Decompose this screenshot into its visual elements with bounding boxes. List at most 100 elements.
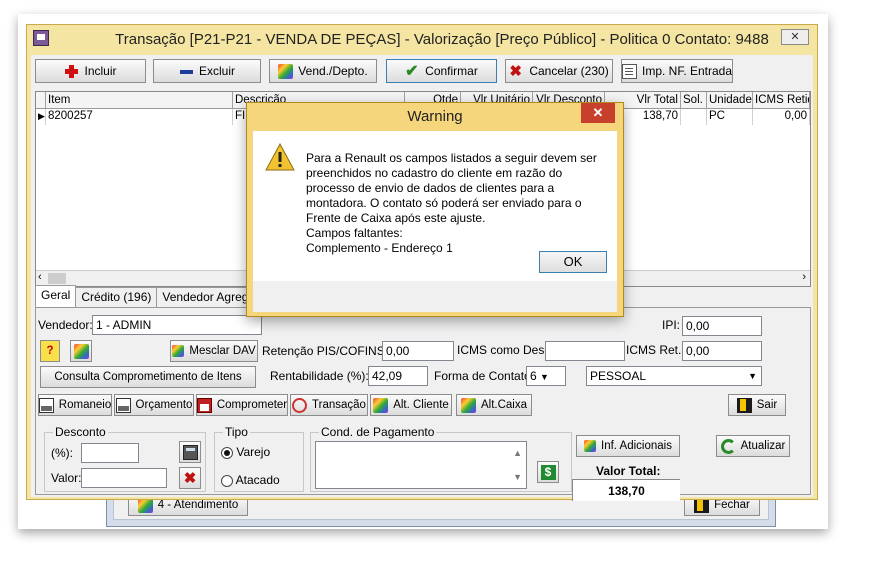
col-unidade[interactable]: Unidade	[707, 92, 753, 109]
desconto-pct-field[interactable]	[81, 443, 139, 463]
hierarchy-icon	[73, 343, 89, 359]
desconto-valor-field[interactable]	[81, 468, 167, 488]
scroll-right-icon[interactable]: ›	[802, 271, 806, 283]
dialog-message: Para a Renault os campos listados a segu…	[306, 151, 597, 255]
dialog-footer	[253, 281, 617, 312]
vendedor-label: Vendedor:	[38, 318, 93, 332]
consulta-comprometimento-button[interactable]: Consulta Comprometimento de Itens	[40, 366, 256, 388]
tab-geral[interactable]: Geral	[35, 285, 77, 307]
rentabilidade-field[interactable]: 42,09	[368, 366, 428, 386]
icms-desc-field[interactable]	[545, 341, 625, 361]
close-icon: ✖	[183, 470, 197, 487]
window-title: Transação [P21-P21 - VENDA DE PEÇAS] - V…	[115, 31, 769, 48]
inf-adicionais-button[interactable]: Inf. Adicionais	[576, 435, 680, 457]
forma-contato-number[interactable]: 6 ▼	[526, 366, 566, 386]
col-item[interactable]: Item	[46, 92, 233, 109]
orcamento-button[interactable]: Orçamento	[114, 394, 194, 416]
radio-varejo-indicator[interactable]	[221, 446, 233, 459]
current-row-icon: ▶	[36, 109, 46, 125]
col-sol[interactable]: Sol.	[681, 92, 707, 109]
vend-depto-button[interactable]: Vend./Depto.	[269, 59, 377, 83]
confirmar-button[interactable]: ✔ Confirmar	[386, 59, 497, 83]
printer-icon	[38, 397, 54, 413]
title-bar: Transação [P21-P21 - VENDA DE PEÇAS] - V…	[27, 25, 817, 55]
window-close-button[interactable]: ✕	[781, 29, 809, 45]
comprometer-button[interactable]: Comprometer	[196, 394, 288, 416]
tab-credito[interactable]: Crédito (196)	[75, 287, 158, 307]
desconto-title: Desconto	[53, 425, 108, 439]
desconto-group: Desconto (%): Valor: ✖	[44, 425, 206, 492]
scroll-up-icon[interactable]: ▲	[513, 444, 522, 462]
help-button[interactable]: ?	[40, 340, 60, 362]
vendedor-field[interactable]: 1 - ADMIN	[92, 315, 262, 335]
exit-icon	[736, 397, 752, 413]
geral-panel: Vendedor: 1 - ADMIN ? Mesclar DAV Retenç…	[35, 307, 811, 501]
cond-pagamento-group: Cond. de Pagamento ▲ ▼ $	[310, 425, 572, 492]
excluir-button[interactable]: Excluir	[153, 59, 261, 83]
clear-discount-button[interactable]: ✖	[179, 467, 201, 489]
romaneio-button[interactable]: Romaneio	[38, 394, 112, 416]
ipi-field[interactable]: 0,00	[682, 316, 762, 336]
mesclar-dav-button[interactable]: Mesclar DAV	[170, 340, 258, 362]
chevron-down-icon: ▼	[748, 371, 757, 381]
ok-button[interactable]: OK	[539, 251, 607, 273]
users-icon	[373, 397, 389, 413]
printer-icon	[115, 397, 131, 413]
cancel-icon: ✖	[509, 62, 522, 80]
calendar-icon	[196, 397, 212, 413]
radio-atacado[interactable]: Atacado	[221, 473, 280, 487]
check-icon: ✔	[405, 62, 419, 80]
alt-cliente-button[interactable]: Alt. Cliente	[370, 394, 452, 416]
cashier-icon	[460, 397, 476, 413]
transacao-button[interactable]: Transação	[290, 394, 368, 416]
desconto-pct-label: (%):	[51, 446, 73, 460]
info-icon	[584, 440, 597, 452]
icms-ret-label: ICMS Ret.:	[626, 343, 685, 357]
icms-ret-field[interactable]: 0,00	[682, 341, 762, 361]
calculator-icon	[182, 444, 198, 460]
row-indicator-header	[36, 92, 46, 109]
radio-varejo[interactable]: Varejo	[221, 445, 270, 459]
cell-unidade[interactable]: PC	[707, 109, 753, 125]
cell-icms-retido[interactable]: 0,00	[753, 109, 810, 125]
cond-pagamento-textarea[interactable]: ▲ ▼	[315, 441, 527, 489]
cell-item[interactable]: 8200257	[46, 109, 233, 125]
warning-icon	[265, 143, 295, 171]
forma-contato-select[interactable]: PESSOAL ▼	[586, 366, 762, 386]
ipi-label: IPI:	[662, 318, 681, 332]
forma-contato-label: Forma de Contato:	[434, 369, 535, 383]
sair-button[interactable]: Sair	[728, 394, 786, 416]
incluir-button[interactable]: Incluir	[35, 59, 146, 83]
tipo-title: Tipo	[223, 425, 250, 439]
cond-pagamento-title: Cond. de Pagamento	[319, 425, 437, 439]
vend-depto-icon	[278, 63, 294, 79]
dialog-close-button[interactable]: ✕	[581, 103, 615, 123]
import-document-icon	[621, 63, 637, 79]
dollar-icon: $	[540, 464, 556, 480]
tipo-group: Tipo Varejo Atacado	[214, 425, 304, 492]
valor-total-label: Valor Total:	[596, 464, 661, 478]
atualizar-button[interactable]: Atualizar	[716, 435, 790, 457]
dialog-title: Warning	[407, 108, 463, 125]
col-icms-retido[interactable]: ICMS Retido	[753, 92, 810, 109]
minus-icon	[179, 64, 194, 79]
cell-sol[interactable]	[681, 109, 707, 125]
cancelar-button[interactable]: ✖ Cancelar (230)	[505, 59, 613, 83]
retencao-field[interactable]: 0,00	[382, 341, 454, 361]
scroll-down-icon[interactable]: ▼	[513, 468, 522, 486]
refresh-icon	[720, 438, 736, 454]
chevron-down-icon: ▼	[540, 372, 549, 382]
pagamento-button[interactable]: $	[537, 461, 559, 483]
retencao-label: Retenção PIS/COFINS:	[262, 344, 389, 358]
transaction-icon	[292, 397, 308, 413]
alt-caixa-button[interactable]: Alt.Caixa	[456, 394, 532, 416]
icms-desc-label: ICMS como Desc:	[457, 343, 554, 357]
rentabilidade-label: Rentabilidade (%):	[270, 369, 369, 383]
imp-nf-entrada-button[interactable]: Imp. NF. Entrada	[621, 59, 733, 83]
scroll-thumb[interactable]	[48, 273, 66, 284]
hierarchy-button[interactable]	[70, 340, 92, 362]
scroll-left-icon[interactable]: ‹	[38, 271, 42, 283]
calculator-button[interactable]	[179, 441, 201, 463]
radio-atacado-indicator[interactable]	[221, 474, 233, 487]
question-icon: ?	[46, 345, 54, 357]
